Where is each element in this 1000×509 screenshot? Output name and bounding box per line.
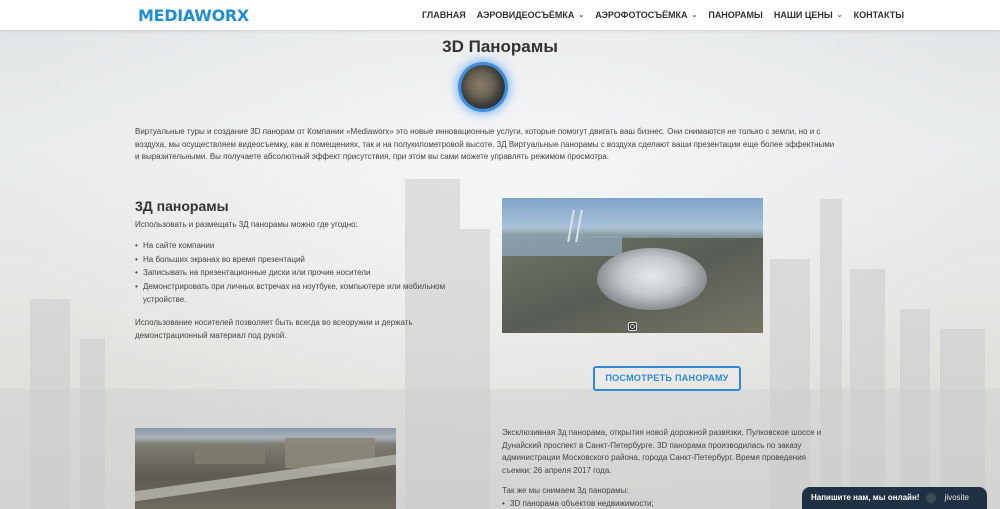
chevron-down-icon: ⌄: [691, 12, 698, 19]
uses-list: На сайте компании На больших экранах во …: [135, 239, 465, 307]
section-note: Использование носителей позволяет быть в…: [135, 318, 413, 340]
site-header: MEDIAWORX ГЛАВНАЯ АЭРОВИДЕОСЪЁМКА ⌄ АЭРОФ…: [0, 0, 1000, 30]
chevron-down-icon: ⌄: [836, 12, 843, 19]
chevron-down-icon: ⌄: [578, 12, 585, 19]
list-item: На сайте компании: [135, 239, 465, 253]
also-title: Так же мы снимаем 3д панорамы:: [502, 486, 629, 495]
chat-widget[interactable]: Напишите нам, мы онлайн! jivosite: [802, 487, 987, 509]
panorama-sphere-icon[interactable]: [461, 65, 505, 109]
chat-brand: jivosite: [944, 493, 969, 502]
interchange-panorama-image[interactable]: [135, 428, 396, 509]
intro-text: Виртуальные туры и создание 3D панорам о…: [135, 127, 835, 161]
chat-label: Напишите нам, мы онлайн!: [811, 493, 920, 502]
stadium-panorama-image[interactable]: [502, 198, 763, 333]
nav-item-aerophoto[interactable]: АЭРОФОТОСЪЁМКА ⌄: [595, 10, 697, 20]
section-lead: Использовать и размещать 3Д панорамы мож…: [135, 220, 358, 229]
chat-avatar: [926, 493, 936, 503]
panorama-description: Эксклюзивная 3д панорама, открытия новой…: [502, 428, 822, 475]
nav-item-aerovideo[interactable]: АЭРОВИДЕОСЪЁМКА ⌄: [477, 10, 585, 20]
nav-item-home[interactable]: ГЛАВНАЯ: [422, 10, 466, 20]
main-nav: ГЛАВНАЯ АЭРОВИДЕОСЪЁМКА ⌄ АЭРОФОТОСЪЁМКА ⌄…: [422, 0, 915, 30]
also-list: 3D панорама объектов недвижимости;: [502, 498, 654, 509]
page-title: 3D Панорамы: [442, 37, 558, 56]
nav-item-prices[interactable]: НАШИ ЦЕНЫ ⌄: [774, 10, 843, 20]
site-logo[interactable]: MEDIAWORX: [138, 6, 249, 25]
list-item: На больших экранах во время презентаций: [135, 253, 465, 267]
list-item: Записывать на презентационные диски или …: [135, 266, 465, 280]
list-item: 3D панорама объектов недвижимости;: [502, 498, 654, 509]
page-content: 3D Панорамы Виртуальные туры и создание …: [0, 30, 1000, 509]
list-item: Демонстрировать при личных встречах на н…: [135, 280, 465, 307]
view-panorama-button[interactable]: ПОСМОТРЕТЬ ПАНОРАМУ: [593, 366, 741, 391]
section-title: 3Д панорамы: [135, 198, 229, 214]
nav-item-contacts[interactable]: КОНТАКТЫ: [854, 10, 904, 20]
nav-item-panoramas[interactable]: ПАНОРАМЫ: [708, 10, 763, 20]
panorama-control-icon[interactable]: [628, 322, 637, 331]
